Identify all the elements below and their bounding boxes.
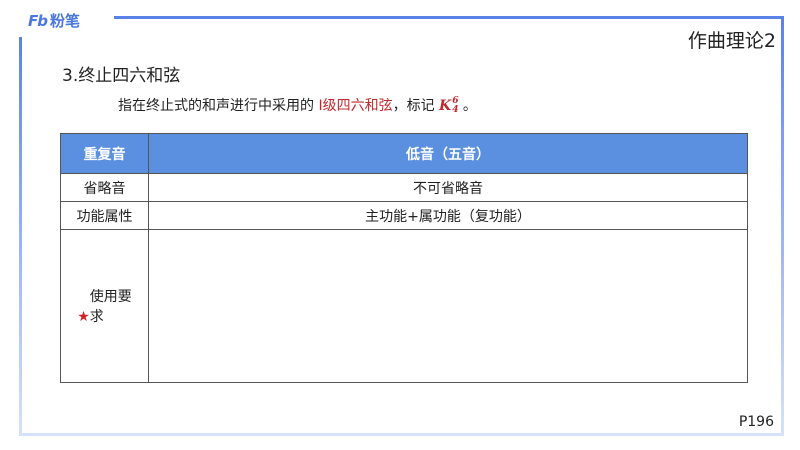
description-highlight: Ⅰ级四六和弦 xyxy=(318,98,393,114)
course-title: 作曲理论2 xyxy=(687,30,776,52)
chord-table: 重复音 低音（五音） 省略音 不可省略音 功能属性 主功能+属功能（复功能） ★… xyxy=(60,133,748,383)
chord-symbol-letter: K xyxy=(439,98,452,114)
logo-text: 粉笔 xyxy=(49,12,80,30)
row-label: 功能属性 xyxy=(60,201,149,230)
description: 指在终止式的和声进行中采用的 Ⅰ级四六和弦，标记 K64 。 xyxy=(118,95,477,115)
section-heading: 3.终止四六和弦 xyxy=(62,66,181,86)
frame-left-border xyxy=(19,37,22,436)
frame-top-border xyxy=(114,16,784,19)
row-value: 主功能+属功能（复功能） xyxy=(148,201,748,230)
description-prefix: 指在终止式的和声进行中采用的 xyxy=(118,98,319,114)
table-header-row: 重复音 低音（五音） xyxy=(60,133,748,174)
frame-bottom-border xyxy=(19,433,784,436)
description-middle: ，标记 xyxy=(392,98,440,114)
frame-right-border xyxy=(781,16,784,436)
row-value: 不可省略音 xyxy=(148,173,748,202)
chord-symbol: K64 xyxy=(439,97,458,115)
usage-value xyxy=(148,229,748,383)
brand-logo: Fb 粉笔 xyxy=(28,10,80,31)
table-row: 功能属性 主功能+属功能（复功能） xyxy=(60,201,748,230)
header-value: 低音（五音） xyxy=(148,133,748,174)
description-suffix: 。 xyxy=(458,98,477,114)
row-label: ★使用要求 xyxy=(60,229,149,383)
usage-label: 使用要求 xyxy=(89,289,132,325)
header-label: 重复音 xyxy=(60,133,149,174)
table-row-usage: ★使用要求 xyxy=(60,229,748,383)
logo-mark: Fb xyxy=(28,11,48,30)
page-number: P196 xyxy=(738,414,774,430)
star-icon: ★ xyxy=(77,309,90,325)
row-label: 省略音 xyxy=(60,173,149,202)
table-row: 省略音 不可省略音 xyxy=(60,173,748,202)
